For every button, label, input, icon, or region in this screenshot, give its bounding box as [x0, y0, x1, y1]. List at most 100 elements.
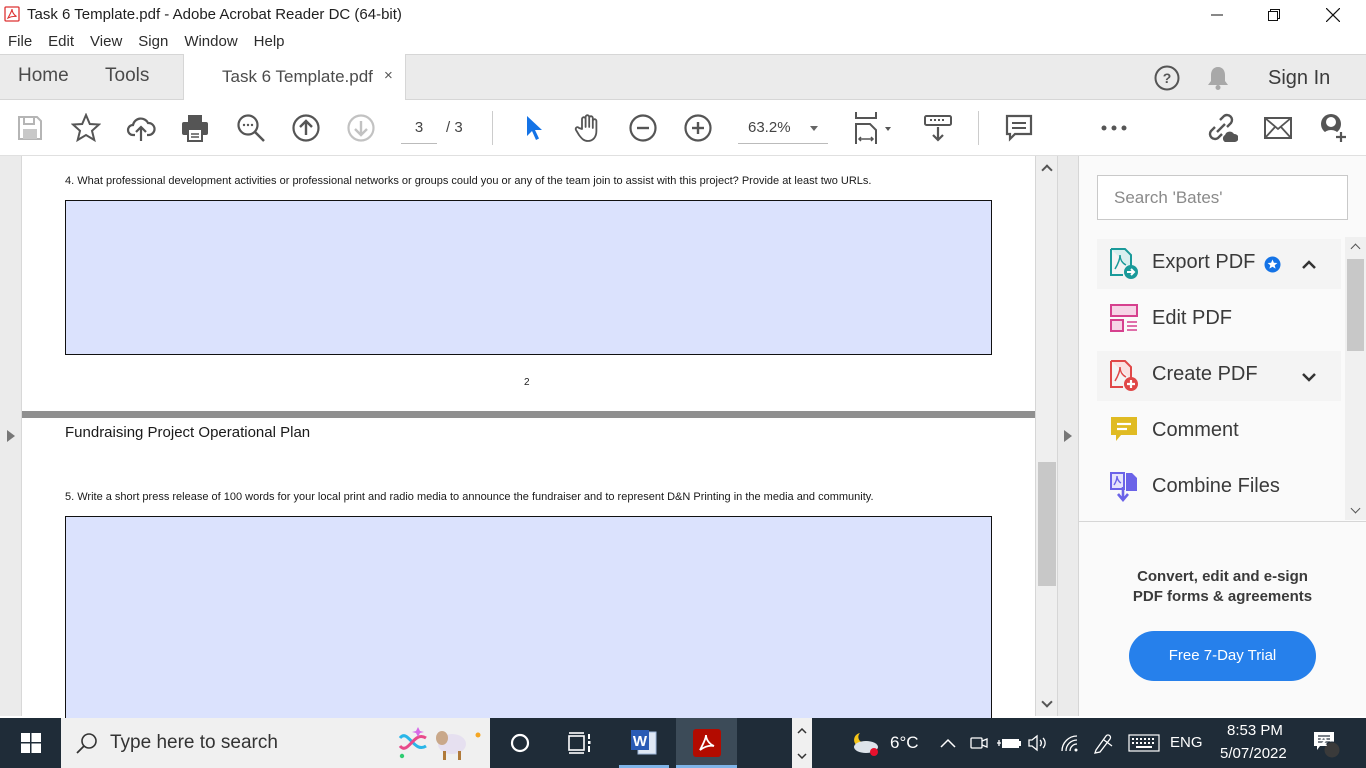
- touch-keyboard-icon[interactable]: [1126, 718, 1162, 768]
- free-trial-button[interactable]: Free 7-Day Trial: [1129, 631, 1316, 681]
- tab-home[interactable]: Home: [18, 65, 69, 87]
- weather-icon[interactable]: [848, 718, 884, 768]
- tools-pane-scrollbar[interactable]: [1345, 237, 1366, 520]
- close-tab-icon[interactable]: ×: [384, 67, 393, 84]
- comment-toolbar-icon[interactable]: [1003, 112, 1035, 144]
- zoom-in-icon[interactable]: [682, 112, 714, 144]
- cortana-icon[interactable]: [496, 718, 544, 768]
- search-zoom-icon[interactable]: [235, 112, 267, 144]
- menu-edit[interactable]: Edit: [40, 30, 82, 54]
- weather-temperature[interactable]: 6°C: [890, 733, 919, 753]
- scroll-up-icon[interactable]: [1041, 164, 1053, 176]
- email-icon[interactable]: [1262, 112, 1294, 144]
- question-4-answer-field[interactable]: [65, 200, 992, 355]
- close-window-button[interactable]: [1305, 0, 1361, 30]
- tab-document[interactable]: Task 6 Template.pdf ×: [183, 54, 406, 101]
- tab-bar: Home Tools Task 6 Template.pdf × ? Sign …: [0, 54, 1366, 101]
- search-highlight-icon: [396, 724, 482, 762]
- toolbar-divider: [978, 111, 979, 145]
- document-tab-label: Task 6 Template.pdf: [222, 67, 373, 86]
- camera-icon[interactable]: [968, 718, 990, 768]
- zoom-out-icon[interactable]: [627, 112, 659, 144]
- tab-tools[interactable]: Tools: [105, 65, 149, 87]
- question-4-text: 4. What professional development activit…: [65, 175, 872, 187]
- upload-cloud-icon[interactable]: [125, 112, 157, 144]
- show-hidden-icons[interactable]: [936, 718, 960, 768]
- acrobat-icon: [692, 729, 721, 757]
- section-title: Fundraising Project Operational Plan: [65, 424, 311, 441]
- tool-label: Create PDF: [1152, 363, 1258, 385]
- more-options-icon[interactable]: [1098, 112, 1130, 144]
- scroll-up-icon[interactable]: [1350, 243, 1361, 254]
- tool-label: Comment: [1152, 419, 1239, 441]
- toolbar-divider: [492, 111, 493, 145]
- help-icon[interactable]: ?: [1154, 65, 1180, 91]
- page-up-icon[interactable]: [290, 112, 322, 144]
- comment-tool-icon: [1109, 415, 1139, 447]
- save-icon[interactable]: [14, 112, 46, 144]
- page-down-icon[interactable]: [345, 112, 377, 144]
- scrollbar-thumb[interactable]: [1347, 259, 1364, 351]
- pen-icon[interactable]: [1090, 718, 1116, 768]
- page-number-label: 2: [524, 377, 530, 388]
- star-icon[interactable]: [70, 112, 102, 144]
- tool-comment[interactable]: Comment: [1097, 407, 1341, 457]
- tool-label: Combine Files: [1152, 475, 1280, 497]
- tool-create-pdf[interactable]: Create PDF: [1097, 351, 1341, 401]
- question-5-text: 5. Write a short press release of 100 wo…: [65, 491, 874, 503]
- zoom-level-dropdown[interactable]: 63.2%: [738, 114, 828, 144]
- taskbar-scroll-buttons[interactable]: [792, 718, 812, 768]
- tools-search-input[interactable]: Search 'Bates': [1097, 175, 1348, 220]
- language-indicator[interactable]: ENG: [1170, 734, 1203, 751]
- scrollbar-thumb[interactable]: [1038, 462, 1056, 586]
- search-icon: [76, 732, 98, 754]
- add-user-icon[interactable]: [1317, 112, 1349, 144]
- right-panel-toggle[interactable]: [1057, 156, 1079, 716]
- taskbar-search-box[interactable]: Type here to search: [61, 718, 490, 768]
- battery-icon[interactable]: [996, 718, 1022, 768]
- scroll-down-icon[interactable]: [1350, 503, 1361, 514]
- share-link-icon[interactable]: [1206, 112, 1238, 144]
- tool-combine-files[interactable]: Combine Files: [1097, 463, 1341, 513]
- windows-logo-icon: [20, 733, 41, 753]
- hand-tool-icon[interactable]: [572, 112, 604, 144]
- print-icon[interactable]: [179, 112, 211, 144]
- fit-page-icon[interactable]: [852, 112, 894, 144]
- tool-label: Edit PDF: [1152, 307, 1233, 329]
- tool-export-pdf[interactable]: Export PDF: [1097, 239, 1341, 289]
- scroll-mode-icon[interactable]: [922, 112, 954, 144]
- export-pdf-icon: [1109, 247, 1139, 279]
- menu-file[interactable]: File: [0, 30, 40, 54]
- sign-in-link[interactable]: Sign In: [1268, 67, 1330, 90]
- menu-sign[interactable]: Sign: [130, 30, 176, 54]
- menu-view[interactable]: View: [82, 30, 130, 54]
- notifications-bell-icon[interactable]: [1206, 65, 1230, 91]
- title-bar: Task 6 Template.pdf - Adobe Acrobat Read…: [0, 0, 1366, 30]
- chevron-up-icon[interactable]: [1301, 260, 1317, 270]
- restore-button[interactable]: [1246, 0, 1302, 30]
- tool-edit-pdf[interactable]: Edit PDF: [1097, 295, 1341, 345]
- page-total: / 3: [446, 119, 463, 136]
- promo-text: Convert, edit and e-sign PDF forms & agr…: [1079, 567, 1366, 607]
- chevron-down-icon[interactable]: [1301, 372, 1317, 382]
- notification-center[interactable]: 2: [1300, 718, 1350, 768]
- left-panel-toggle[interactable]: [0, 156, 22, 716]
- taskbar-word[interactable]: W: [619, 718, 669, 768]
- wifi-icon[interactable]: [1058, 718, 1082, 768]
- select-cursor-icon[interactable]: [518, 112, 550, 144]
- volume-icon[interactable]: [1026, 718, 1050, 768]
- start-button[interactable]: [0, 718, 61, 768]
- scroll-down-icon[interactable]: [1041, 696, 1053, 708]
- page-number-input[interactable]: 3: [401, 114, 437, 144]
- question-5-answer-field[interactable]: [65, 516, 992, 726]
- clock-date[interactable]: 5/07/2022: [1220, 745, 1287, 762]
- minimize-button[interactable]: [1189, 0, 1245, 30]
- taskbar-acrobat[interactable]: [676, 718, 737, 768]
- task-view-icon[interactable]: [556, 718, 604, 768]
- menu-help[interactable]: Help: [246, 30, 293, 54]
- document-scrollbar[interactable]: [1035, 156, 1057, 716]
- menu-window[interactable]: Window: [176, 30, 245, 54]
- taskbar-search-placeholder: Type here to search: [110, 732, 278, 753]
- clock-time[interactable]: 8:53 PM: [1227, 722, 1283, 739]
- svg-text:W: W: [633, 733, 648, 750]
